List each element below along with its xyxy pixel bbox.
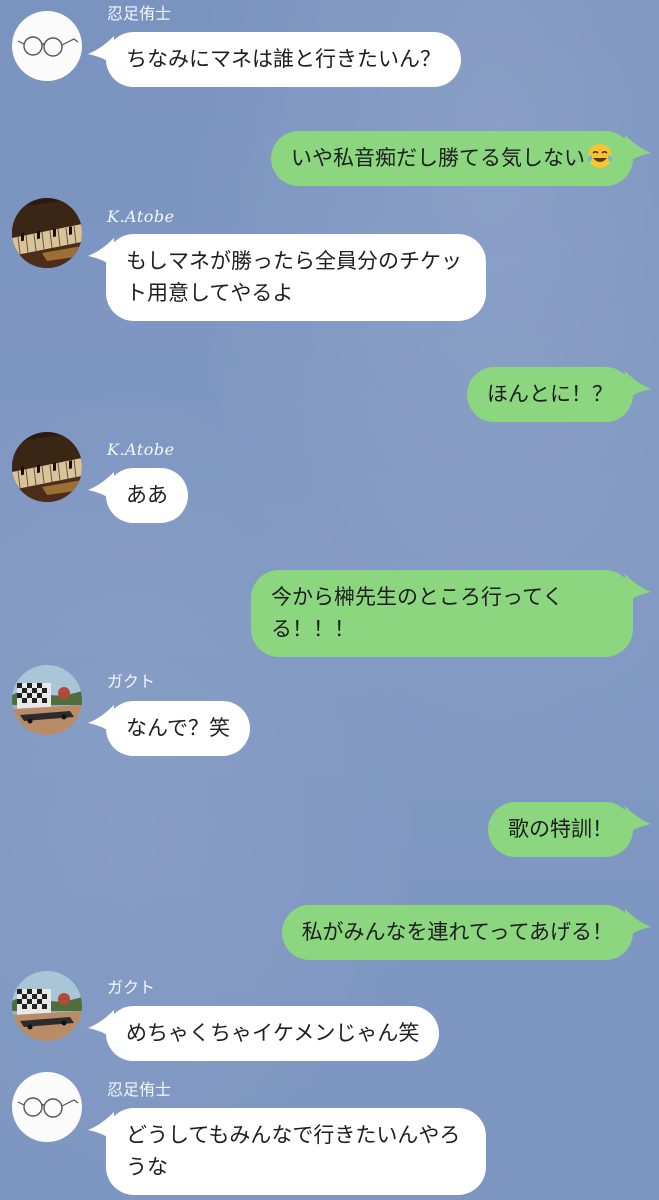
bubble-tail bbox=[88, 238, 114, 268]
message-bubble-incoming[interactable]: どうしてもみんなで行きたいんやろうな bbox=[106, 1108, 486, 1195]
sender-name: 忍足侑士 bbox=[107, 4, 172, 23]
message-text: ちなみにマネは誰と行きたいん？ bbox=[126, 47, 441, 71]
sender-name: K.Atobe bbox=[107, 440, 175, 459]
message-bubble-incoming[interactable]: もしマネが勝ったら全員分のチケット用意してやるよ bbox=[106, 234, 486, 321]
avatar-atobe[interactable] bbox=[12, 198, 82, 268]
message-bubble-incoming[interactable]: なんで？笑 bbox=[106, 701, 250, 756]
bubble-tail bbox=[625, 806, 651, 836]
message-bubble-incoming[interactable]: ちなみにマネは誰と行きたいん？ bbox=[106, 32, 461, 87]
message-bubble-incoming[interactable]: めちゃくちゃイケメンじゃん笑 bbox=[106, 1006, 440, 1061]
avatar-oshitari[interactable] bbox=[12, 1072, 82, 1142]
message-text: どうしてもみんなで行きたいんやろうな bbox=[126, 1123, 461, 1179]
piano-avatar-icon bbox=[12, 432, 82, 502]
bubble-tail bbox=[88, 705, 114, 735]
glasses-avatar-icon bbox=[12, 11, 82, 81]
bubble-tail bbox=[625, 574, 651, 604]
message-text: ほんとに！？ bbox=[487, 382, 613, 406]
bubble-tail bbox=[625, 371, 651, 401]
bubble-tail bbox=[625, 135, 651, 165]
message-bubble-incoming[interactable]: ああ bbox=[106, 468, 188, 523]
face-with-tears-of-joy-icon bbox=[588, 144, 612, 168]
bubble-tail bbox=[88, 1010, 114, 1040]
bubble-tail bbox=[88, 1112, 114, 1142]
message-text: 今から榊先生のところ行ってくる！！！ bbox=[271, 585, 564, 641]
sender-name: 忍足侑士 bbox=[107, 1080, 172, 1099]
bubble-tail bbox=[625, 909, 651, 939]
bubble-tail bbox=[88, 36, 114, 66]
avatar-gakuto[interactable] bbox=[12, 971, 82, 1041]
message-text: 歌の特訓！ bbox=[508, 817, 613, 841]
message-text: 私がみんなを連れてってあげる！ bbox=[301, 920, 613, 944]
message-bubble-outgoing[interactable]: ほんとに！？ bbox=[467, 367, 633, 422]
avatar-oshitari[interactable] bbox=[12, 11, 82, 81]
message-text: もしマネが勝ったら全員分のチケット用意してやるよ bbox=[126, 249, 462, 305]
avatar-atobe[interactable] bbox=[12, 432, 82, 502]
outdoor-photo-avatar-icon bbox=[12, 665, 82, 735]
sender-name: ガクト bbox=[107, 672, 156, 691]
message-bubble-outgoing[interactable]: 私がみんなを連れてってあげる！ bbox=[281, 905, 633, 960]
outdoor-photo-avatar-icon bbox=[12, 971, 82, 1041]
message-text: ああ bbox=[126, 483, 168, 507]
bubble-tail bbox=[88, 472, 114, 502]
glasses-avatar-icon bbox=[12, 1072, 82, 1142]
sender-name: K.Atobe bbox=[107, 207, 175, 226]
sender-name: ガクト bbox=[107, 978, 156, 997]
piano-avatar-icon bbox=[12, 198, 82, 268]
message-bubble-outgoing[interactable]: 歌の特訓！ bbox=[488, 802, 633, 857]
message-bubble-outgoing[interactable]: いや私音痴だし勝てる気しない bbox=[271, 131, 633, 186]
message-text: なんで？笑 bbox=[126, 716, 230, 740]
avatar-gakuto[interactable] bbox=[12, 665, 82, 735]
message-bubble-outgoing[interactable]: 今から榊先生のところ行ってくる！！！ bbox=[251, 570, 633, 657]
message-text: めちゃくちゃイケメンじゃん笑 bbox=[126, 1021, 420, 1045]
message-text: いや私音痴だし勝てる気しない bbox=[291, 146, 585, 170]
